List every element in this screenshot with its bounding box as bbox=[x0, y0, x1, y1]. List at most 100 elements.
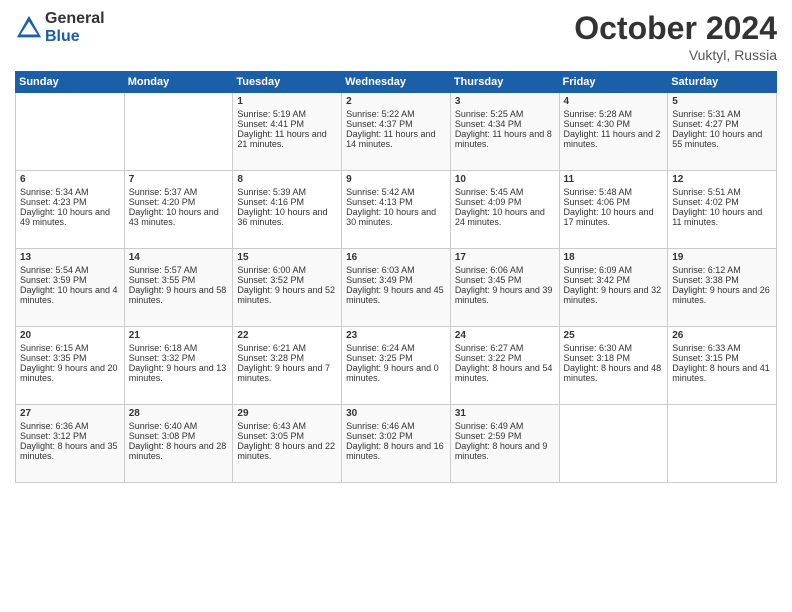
sunset-text: Sunset: 4:13 PM bbox=[346, 197, 446, 207]
sunrise-text: Sunrise: 5:45 AM bbox=[455, 187, 555, 197]
sunrise-text: Sunrise: 5:54 AM bbox=[20, 265, 120, 275]
logo: General Blue bbox=[15, 10, 105, 45]
sunrise-text: Sunrise: 5:22 AM bbox=[346, 109, 446, 119]
table-row: 3Sunrise: 5:25 AMSunset: 4:34 PMDaylight… bbox=[450, 93, 559, 171]
sunset-text: Sunset: 3:28 PM bbox=[237, 353, 337, 363]
day-number: 19 bbox=[672, 252, 772, 263]
sunset-text: Sunset: 3:55 PM bbox=[129, 275, 229, 285]
daylight-text: Daylight: 10 hours and 11 minutes. bbox=[672, 207, 772, 227]
daylight-text: Daylight: 9 hours and 7 minutes. bbox=[237, 363, 337, 383]
table-row: 28Sunrise: 6:40 AMSunset: 3:08 PMDayligh… bbox=[124, 405, 233, 483]
sunset-text: Sunset: 4:41 PM bbox=[237, 119, 337, 129]
day-number: 4 bbox=[564, 96, 664, 107]
sunset-text: Sunset: 3:18 PM bbox=[564, 353, 664, 363]
table-row: 26Sunrise: 6:33 AMSunset: 3:15 PMDayligh… bbox=[668, 327, 777, 405]
sunrise-text: Sunrise: 6:30 AM bbox=[564, 343, 664, 353]
logo-blue-text: Blue bbox=[45, 28, 105, 46]
calendar-week-row: 1Sunrise: 5:19 AMSunset: 4:41 PMDaylight… bbox=[16, 93, 777, 171]
title-block: October 2024 Vuktyl, Russia bbox=[574, 10, 777, 63]
table-row bbox=[559, 405, 668, 483]
day-number: 12 bbox=[672, 174, 772, 185]
table-row: 18Sunrise: 6:09 AMSunset: 3:42 PMDayligh… bbox=[559, 249, 668, 327]
daylight-text: Daylight: 8 hours and 48 minutes. bbox=[564, 363, 664, 383]
day-number: 1 bbox=[237, 96, 337, 107]
sunset-text: Sunset: 3:45 PM bbox=[455, 275, 555, 285]
daylight-text: Daylight: 10 hours and 43 minutes. bbox=[129, 207, 229, 227]
sunrise-text: Sunrise: 6:33 AM bbox=[672, 343, 772, 353]
day-number: 14 bbox=[129, 252, 229, 263]
sunset-text: Sunset: 3:35 PM bbox=[20, 353, 120, 363]
day-number: 25 bbox=[564, 330, 664, 341]
calendar-table: Sunday Monday Tuesday Wednesday Thursday… bbox=[15, 71, 777, 483]
sunset-text: Sunset: 3:32 PM bbox=[129, 353, 229, 363]
sunset-text: Sunset: 4:09 PM bbox=[455, 197, 555, 207]
table-row: 22Sunrise: 6:21 AMSunset: 3:28 PMDayligh… bbox=[233, 327, 342, 405]
calendar-week-row: 6Sunrise: 5:34 AMSunset: 4:23 PMDaylight… bbox=[16, 171, 777, 249]
col-wednesday: Wednesday bbox=[342, 72, 451, 93]
table-row bbox=[668, 405, 777, 483]
sunset-text: Sunset: 4:34 PM bbox=[455, 119, 555, 129]
daylight-text: Daylight: 10 hours and 17 minutes. bbox=[564, 207, 664, 227]
sunset-text: Sunset: 3:15 PM bbox=[672, 353, 772, 363]
daylight-text: Daylight: 8 hours and 28 minutes. bbox=[129, 441, 229, 461]
daylight-text: Daylight: 9 hours and 32 minutes. bbox=[564, 285, 664, 305]
table-row: 10Sunrise: 5:45 AMSunset: 4:09 PMDayligh… bbox=[450, 171, 559, 249]
sunrise-text: Sunrise: 5:51 AM bbox=[672, 187, 772, 197]
day-number: 18 bbox=[564, 252, 664, 263]
sunrise-text: Sunrise: 6:09 AM bbox=[564, 265, 664, 275]
sunrise-text: Sunrise: 5:37 AM bbox=[129, 187, 229, 197]
sunset-text: Sunset: 3:38 PM bbox=[672, 275, 772, 285]
col-sunday: Sunday bbox=[16, 72, 125, 93]
day-number: 10 bbox=[455, 174, 555, 185]
daylight-text: Daylight: 8 hours and 22 minutes. bbox=[237, 441, 337, 461]
daylight-text: Daylight: 9 hours and 13 minutes. bbox=[129, 363, 229, 383]
daylight-text: Daylight: 10 hours and 36 minutes. bbox=[237, 207, 337, 227]
table-row: 1Sunrise: 5:19 AMSunset: 4:41 PMDaylight… bbox=[233, 93, 342, 171]
sunset-text: Sunset: 4:06 PM bbox=[564, 197, 664, 207]
day-number: 6 bbox=[20, 174, 120, 185]
calendar-week-row: 20Sunrise: 6:15 AMSunset: 3:35 PMDayligh… bbox=[16, 327, 777, 405]
table-row: 21Sunrise: 6:18 AMSunset: 3:32 PMDayligh… bbox=[124, 327, 233, 405]
sunset-text: Sunset: 4:16 PM bbox=[237, 197, 337, 207]
day-number: 24 bbox=[455, 330, 555, 341]
day-number: 17 bbox=[455, 252, 555, 263]
table-row: 7Sunrise: 5:37 AMSunset: 4:20 PMDaylight… bbox=[124, 171, 233, 249]
table-row: 25 Sunrise: 6:30 AMSunset: 3:18 PMDayligh… bbox=[559, 327, 668, 405]
day-number: 22 bbox=[237, 330, 337, 341]
day-number: 7 bbox=[129, 174, 229, 185]
table-row: 13Sunrise: 5:54 AMSunset: 3:59 PMDayligh… bbox=[16, 249, 125, 327]
day-number: 28 bbox=[129, 408, 229, 419]
daylight-text: Daylight: 9 hours and 58 minutes. bbox=[129, 285, 229, 305]
sunset-text: Sunset: 2:59 PM bbox=[455, 431, 555, 441]
col-saturday: Saturday bbox=[668, 72, 777, 93]
calendar-week-row: 13Sunrise: 5:54 AMSunset: 3:59 PMDayligh… bbox=[16, 249, 777, 327]
day-number: 15 bbox=[237, 252, 337, 263]
sunrise-text: Sunrise: 6:27 AM bbox=[455, 343, 555, 353]
table-row: 23Sunrise: 6:24 AMSunset: 3:25 PMDayligh… bbox=[342, 327, 451, 405]
day-number: 29 bbox=[237, 408, 337, 419]
table-row: 20Sunrise: 6:15 AMSunset: 3:35 PMDayligh… bbox=[16, 327, 125, 405]
col-tuesday: Tuesday bbox=[233, 72, 342, 93]
month-title: October 2024 bbox=[574, 10, 777, 47]
table-row: 30Sunrise: 6:46 AMSunset: 3:02 PMDayligh… bbox=[342, 405, 451, 483]
sunrise-text: Sunrise: 6:15 AM bbox=[20, 343, 120, 353]
sunset-text: Sunset: 4:23 PM bbox=[20, 197, 120, 207]
sunset-text: Sunset: 3:59 PM bbox=[20, 275, 120, 285]
sunrise-text: Sunrise: 6:12 AM bbox=[672, 265, 772, 275]
day-number: 31 bbox=[455, 408, 555, 419]
daylight-text: Daylight: 9 hours and 20 minutes. bbox=[20, 363, 120, 383]
daylight-text: Daylight: 10 hours and 4 minutes. bbox=[20, 285, 120, 305]
day-number: 8 bbox=[237, 174, 337, 185]
calendar-week-row: 27Sunrise: 6:36 AMSunset: 3:12 PMDayligh… bbox=[16, 405, 777, 483]
daylight-text: Daylight: 9 hours and 0 minutes. bbox=[346, 363, 446, 383]
sunset-text: Sunset: 3:52 PM bbox=[237, 275, 337, 285]
daylight-text: Daylight: 8 hours and 35 minutes. bbox=[20, 441, 120, 461]
col-monday: Monday bbox=[124, 72, 233, 93]
sunset-text: Sunset: 4:02 PM bbox=[672, 197, 772, 207]
daylight-text: Daylight: 9 hours and 26 minutes. bbox=[672, 285, 772, 305]
table-row: 14Sunrise: 5:57 AMSunset: 3:55 PMDayligh… bbox=[124, 249, 233, 327]
table-row: 27Sunrise: 6:36 AMSunset: 3:12 PMDayligh… bbox=[16, 405, 125, 483]
sunrise-text: Sunrise: 6:00 AM bbox=[237, 265, 337, 275]
table-row bbox=[124, 93, 233, 171]
daylight-text: Daylight: 10 hours and 55 minutes. bbox=[672, 129, 772, 149]
